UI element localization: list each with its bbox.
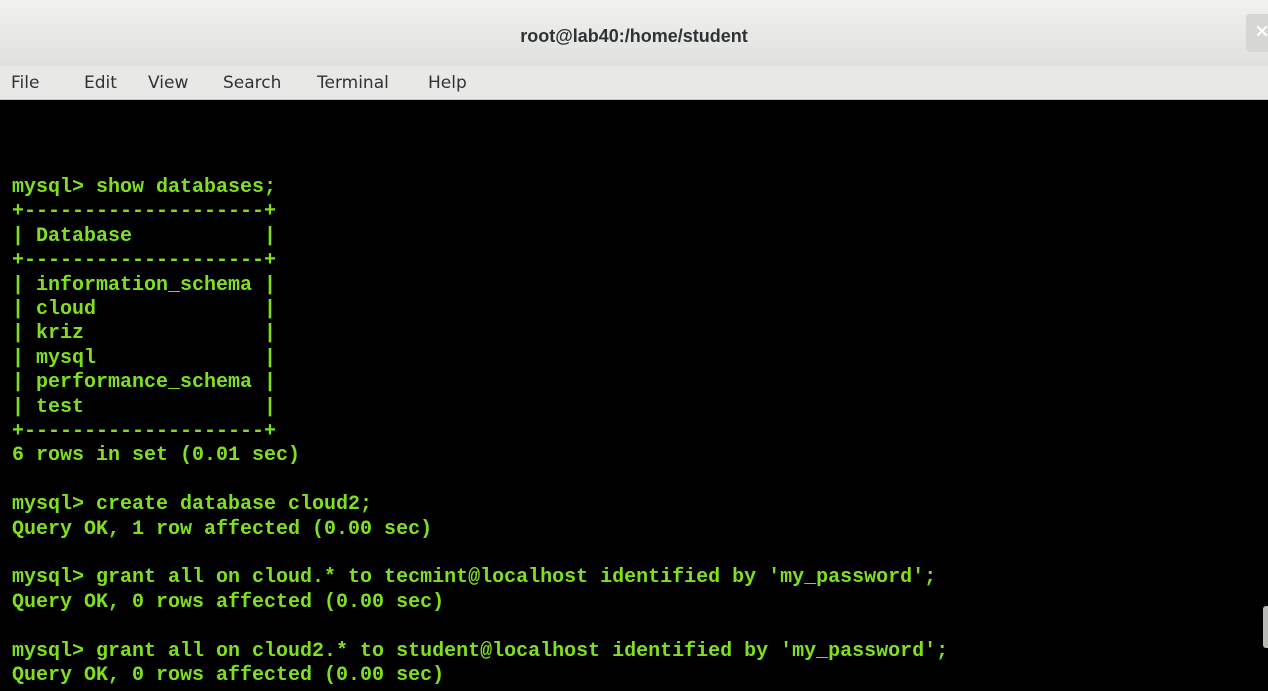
- terminal-line: Query OK, 1 row affected (0.00 sec): [12, 518, 433, 541]
- terminal-line: | information_schema |: [12, 274, 277, 297]
- terminal-line: mysql> show databases;: [12, 176, 277, 199]
- close-icon: [1256, 25, 1268, 37]
- terminal-line: +--------------------+: [12, 249, 277, 272]
- terminal-line: 6 rows in set (0.01 sec): [12, 444, 301, 467]
- terminal-line: | Database |: [12, 225, 277, 248]
- terminal-line: mysql> create database cloud2;: [12, 493, 373, 516]
- scrollbar-thumb[interactable]: [1263, 606, 1268, 648]
- terminal-line: Query OK, 0 rows affected (0.00 sec): [12, 591, 445, 614]
- terminal-output[interactable]: mysql> show databases; +----------------…: [0, 100, 1268, 691]
- terminal-line: | kriz |: [12, 322, 277, 345]
- terminal-line: | performance_schema |: [12, 371, 277, 394]
- menu-edit[interactable]: Edit: [84, 72, 117, 94]
- menu-bar: File Edit View Search Terminal Help: [0, 66, 1268, 100]
- menu-terminal[interactable]: Terminal: [317, 72, 389, 94]
- menu-view[interactable]: View: [148, 72, 188, 94]
- terminal-line: Query OK, 0 rows affected (0.00 sec): [12, 664, 445, 687]
- terminal-line: | mysql |: [12, 347, 277, 370]
- close-button[interactable]: [1246, 14, 1268, 52]
- window-title: root@lab40:/home/student: [520, 26, 748, 46]
- vertical-scrollbar[interactable]: [1263, 100, 1268, 691]
- terminal-line: +--------------------+: [12, 420, 277, 443]
- terminal-window: root@lab40:/home/student File Edit View …: [0, 0, 1268, 691]
- terminal-line: mysql> grant all on cloud.* to tecmint@l…: [12, 566, 937, 589]
- terminal-line: | cloud |: [12, 298, 277, 321]
- terminal-line: | test |: [12, 396, 277, 419]
- menu-search[interactable]: Search: [223, 72, 281, 94]
- menu-file[interactable]: File: [11, 72, 39, 94]
- menu-help[interactable]: Help: [428, 72, 467, 94]
- title-bar[interactable]: root@lab40:/home/student: [0, 0, 1268, 66]
- terminal-line: +--------------------+: [12, 200, 277, 223]
- terminal-line: mysql> grant all on cloud2.* to student@…: [12, 640, 949, 663]
